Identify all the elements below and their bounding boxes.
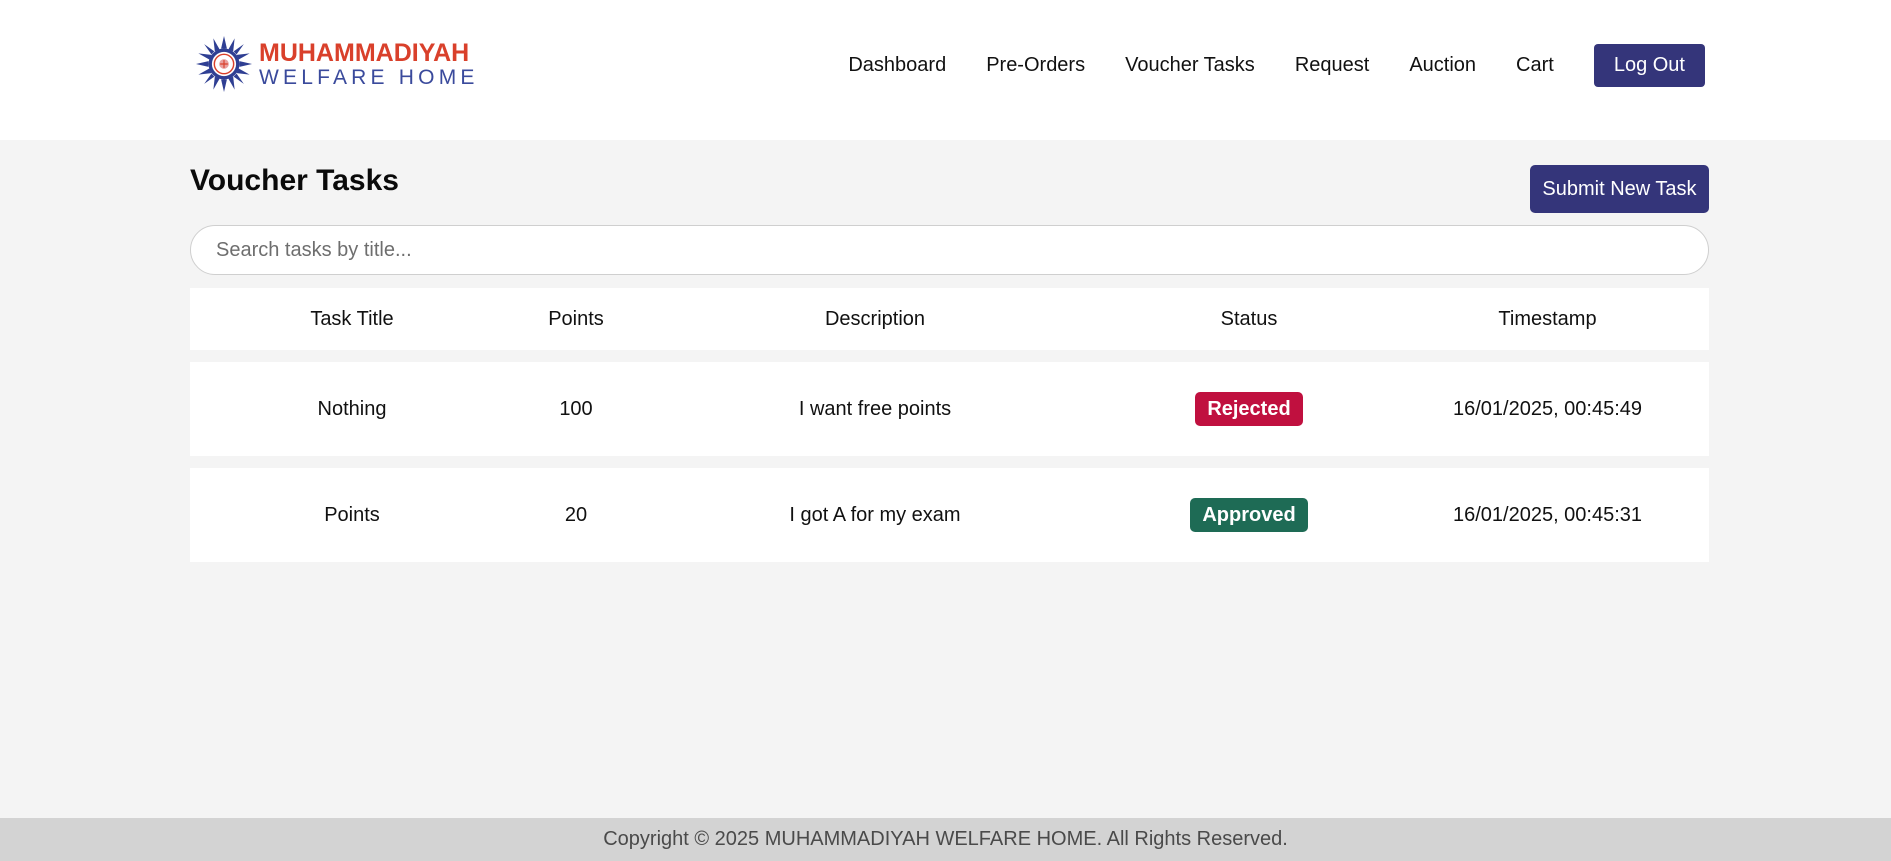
task-timestamp-cell: 16/01/2025, 00:45:31 xyxy=(1452,503,1643,526)
task-description-cell: I want free points xyxy=(798,397,952,420)
main-nav: Dashboard Pre-Orders Voucher Tasks Reque… xyxy=(848,44,1705,87)
task-points-cell: 20 xyxy=(564,503,588,526)
copyright-text: Copyright © 2025 MUHAMMADIYAH WELFARE HO… xyxy=(603,828,1288,850)
column-header-description: Description xyxy=(824,307,926,330)
task-description-cell: I got A for my exam xyxy=(789,503,961,526)
sun-emblem-icon xyxy=(195,35,253,93)
brand-logo[interactable]: MUHAMMADIYAH WELFARE HOME xyxy=(195,34,479,94)
table-header-row: Task Title Points Description Status Tim… xyxy=(190,288,1709,350)
brand-name-line2: WELFARE HOME xyxy=(259,65,479,89)
task-status-cell: Rejected xyxy=(1112,392,1386,426)
brand-wordmark: MUHAMMADIYAH WELFARE HOME xyxy=(259,38,479,89)
task-points-cell: 100 xyxy=(559,397,593,420)
task-title-cell: Points xyxy=(324,503,380,526)
page-title: Voucher Tasks xyxy=(190,164,399,197)
nav-cart[interactable]: Cart xyxy=(1516,54,1554,77)
nav-pre-orders[interactable]: Pre-Orders xyxy=(986,54,1085,77)
top-header: MUHAMMADIYAH WELFARE HOME Dashboard Pre-… xyxy=(0,0,1891,140)
nav-voucher-tasks[interactable]: Voucher Tasks xyxy=(1125,54,1255,77)
column-header-points: Points xyxy=(548,307,604,330)
column-header-status: Status xyxy=(1220,307,1278,330)
page-footer: Copyright © 2025 MUHAMMADIYAH WELFARE HO… xyxy=(0,818,1891,861)
nav-dashboard[interactable]: Dashboard xyxy=(848,54,946,77)
search-input[interactable] xyxy=(190,225,1709,275)
logout-button[interactable]: Log Out xyxy=(1593,44,1705,87)
status-badge: Rejected xyxy=(1195,392,1303,426)
column-header-timestamp: Timestamp xyxy=(1498,307,1597,330)
submit-new-task-button[interactable]: Submit New Task xyxy=(1530,165,1709,213)
task-title-cell: Nothing xyxy=(317,397,387,420)
table-row: Nothing 100 I want free points Rejected … xyxy=(190,362,1709,456)
brand-name-line1: MUHAMMADIYAH xyxy=(259,38,470,67)
task-timestamp-cell: 16/01/2025, 00:45:49 xyxy=(1452,397,1643,420)
task-status-cell: Approved xyxy=(1112,498,1386,532)
status-badge: Approved xyxy=(1190,498,1308,532)
nav-auction[interactable]: Auction xyxy=(1409,54,1476,77)
nav-request[interactable]: Request xyxy=(1295,54,1370,77)
column-header-task-title: Task Title xyxy=(310,307,394,330)
table-row: Points 20 I got A for my exam Approved 1… xyxy=(190,468,1709,562)
